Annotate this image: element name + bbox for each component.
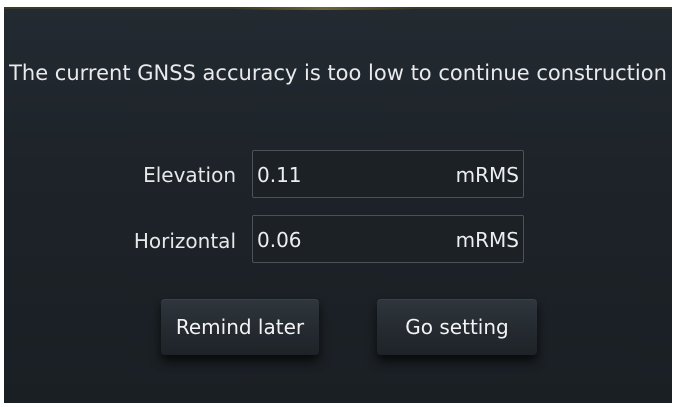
horizontal-unit: mRMS <box>455 228 519 252</box>
remind-later-button[interactable]: Remind later <box>161 299 319 355</box>
horizontal-value: 0.06 <box>257 228 302 252</box>
horizontal-label: Horizontal <box>133 229 236 253</box>
gnss-accuracy-dialog: The current GNSS accuracy is too low to … <box>4 7 672 403</box>
elevation-label: Elevation <box>143 163 236 187</box>
elevation-value: 0.11 <box>257 163 302 187</box>
elevation-unit: mRMS <box>455 163 519 187</box>
elevation-field: 0.11 mRMS <box>252 150 524 198</box>
dialog-message: The current GNSS accuracy is too low to … <box>9 61 667 85</box>
go-setting-button[interactable]: Go setting <box>377 299 537 355</box>
top-accent-bar <box>234 7 414 10</box>
horizontal-field: 0.06 mRMS <box>252 215 524 263</box>
